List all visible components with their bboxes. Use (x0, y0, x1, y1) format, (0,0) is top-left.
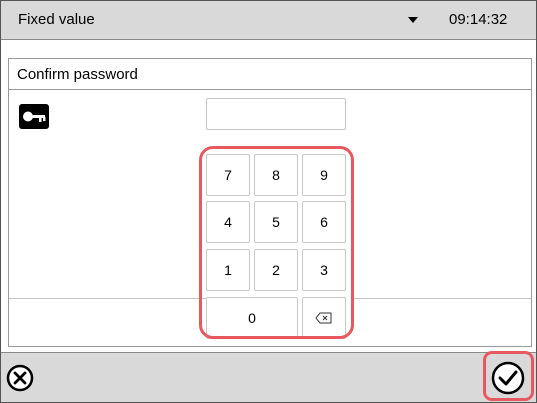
key-5[interactable]: 5 (254, 201, 298, 243)
password-field[interactable] (206, 98, 346, 130)
key-8[interactable]: 8 (254, 154, 298, 196)
confirm-button[interactable] (487, 357, 529, 399)
divider-left (9, 298, 206, 299)
confirm-password-dialog: Confirm password 7 8 9 4 5 6 1 2 3 0 (8, 58, 532, 347)
key-2[interactable]: 2 (254, 249, 298, 291)
header-title[interactable]: Fixed value (18, 11, 95, 28)
dialog-title-bar: Confirm password (9, 59, 531, 90)
key-7[interactable]: 7 (206, 154, 250, 196)
confirm-circle-check-icon (491, 361, 525, 395)
key-1[interactable]: 1 (206, 249, 250, 291)
cancel-button[interactable] (5, 363, 35, 393)
cancel-circle-x-icon (6, 364, 34, 392)
backspace-key[interactable] (302, 297, 346, 339)
key-icon (19, 104, 49, 129)
key-6[interactable]: 6 (302, 201, 346, 243)
app-window: Fixed value 09:14:32 Confirm password 7 … (0, 0, 537, 403)
backspace-icon (315, 312, 332, 324)
clock-time: 09:14:32 (449, 11, 508, 28)
key-4[interactable]: 4 (206, 201, 250, 243)
divider-right (354, 298, 531, 299)
bottom-bar (1, 352, 536, 402)
dialog-title: Confirm password (17, 66, 138, 83)
key-3[interactable]: 3 (302, 249, 346, 291)
caret-down-icon[interactable] (408, 17, 418, 23)
key-0[interactable]: 0 (206, 297, 298, 339)
key-9[interactable]: 9 (302, 154, 346, 196)
top-bar: Fixed value 09:14:32 (1, 1, 536, 40)
